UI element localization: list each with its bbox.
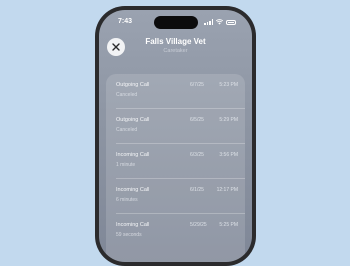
phone-frame: 7:43 Falls Village Vet Caretaker Outgoin… (95, 6, 256, 266)
contact-subtitle: Caretaker (163, 48, 188, 54)
dynamic-island (154, 16, 198, 29)
call-detail: 6 minutes (116, 197, 138, 203)
call-time: 5:25 PM (219, 222, 238, 228)
call-type: Incoming Call (116, 187, 150, 193)
call-type: Outgoing Call (116, 82, 150, 88)
contact-name: Falls Village Vet (145, 37, 206, 46)
call-row[interactable]: Outgoing Call 6/7/25 5:23 PM Canceled (106, 74, 245, 109)
status-icons (204, 19, 236, 25)
signal-icon (204, 19, 213, 25)
call-detail: 1 minute (116, 162, 136, 168)
call-type: Incoming Call (116, 152, 150, 158)
battery-icon (226, 19, 236, 25)
call-time: 3:56 PM (219, 152, 238, 158)
call-time: 5:23 PM (219, 82, 238, 88)
wifi-icon (216, 19, 223, 25)
call-date: 6/7/25 (190, 82, 204, 88)
call-row[interactable]: Incoming Call 6/1/25 12:17 PM 6 minutes (106, 179, 245, 214)
call-date: 6/1/25 (190, 187, 204, 193)
call-row[interactable]: Incoming Call 6/3/25 3:56 PM 1 minute (106, 144, 245, 179)
call-time: 5:29 PM (219, 117, 238, 123)
call-date: 5/29/25 (190, 222, 207, 228)
call-detail: Canceled (116, 127, 138, 133)
call-detail: Canceled (116, 92, 138, 98)
call-type: Incoming Call (116, 222, 150, 228)
phone-screen: 7:43 Falls Village Vet Caretaker Outgoin… (99, 10, 252, 262)
call-detail: 59 seconds (116, 232, 142, 238)
call-date: 6/5/25 (190, 117, 204, 123)
call-type: Outgoing Call (116, 117, 150, 123)
call-time: 12:17 PM (216, 187, 238, 193)
call-history-list: Outgoing Call 6/7/25 5:23 PM Canceled Ou… (106, 74, 245, 262)
call-row[interactable]: Outgoing Call 6/5/25 5:29 PM Canceled (106, 109, 245, 144)
status-time: 7:43 (118, 18, 133, 25)
call-date: 6/3/25 (190, 152, 204, 158)
call-row[interactable]: Incoming Call 5/29/25 5:25 PM 59 seconds (106, 214, 245, 249)
